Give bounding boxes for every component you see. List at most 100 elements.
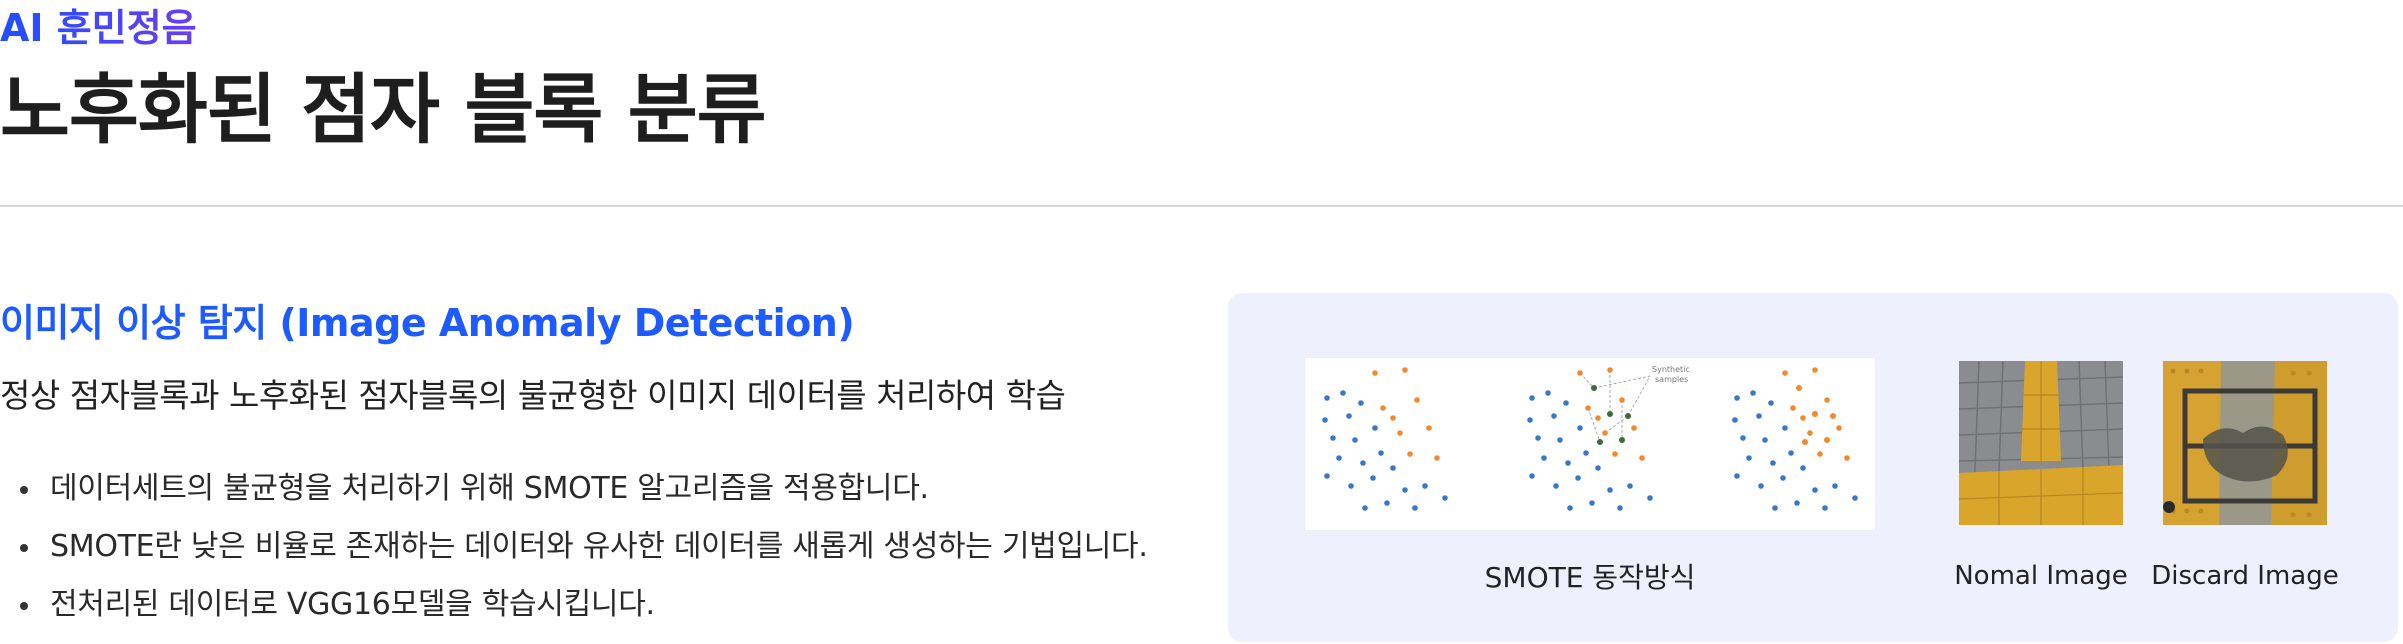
majority-point [1770, 460, 1776, 466]
minority-point [1612, 451, 1618, 457]
header-divider [0, 205, 2403, 207]
majority-point [1746, 455, 1752, 461]
majority-point [1402, 487, 1408, 493]
synthetic-point [1619, 437, 1625, 443]
majority-point [1762, 437, 1768, 443]
majority-point [1529, 395, 1535, 401]
minority-point [1577, 370, 1583, 376]
majority-point [1734, 395, 1740, 401]
majority-point [1788, 450, 1794, 456]
majority-point [1378, 450, 1384, 456]
synthetic-point [1812, 411, 1818, 417]
majority-point [1583, 450, 1589, 456]
majority-point [1390, 465, 1396, 471]
majority-point [1360, 460, 1366, 466]
majority-point [1822, 505, 1828, 511]
synthetic-point [1824, 437, 1830, 443]
smote-annotation-line-2: samples [1655, 375, 1688, 384]
majority-point [1330, 435, 1336, 441]
majority-point [1348, 483, 1354, 489]
majority-point [1545, 390, 1551, 396]
minority-point [1607, 367, 1613, 373]
interpolation-link [1587, 407, 1601, 443]
minority-point [1585, 405, 1591, 411]
minority-point [1595, 415, 1601, 421]
majority-point [1370, 475, 1376, 481]
majority-point [1567, 505, 1573, 511]
synthetic-point [1591, 385, 1597, 391]
smote-diagram: Synthetic samples [1305, 358, 1875, 530]
annotation-pointer [1627, 375, 1651, 417]
minority-point [1824, 397, 1830, 403]
majority-point [1563, 400, 1569, 406]
minority-point [1812, 367, 1818, 373]
majority-point [1750, 390, 1756, 396]
minority-point [1407, 451, 1413, 457]
majority-point [1607, 487, 1613, 493]
majority-point [1346, 413, 1352, 419]
normal-block-image [1959, 361, 2123, 525]
minority-point [1390, 415, 1396, 421]
page-title: 노후화된 점자 블록 분류 [0, 65, 767, 154]
majority-point [1322, 417, 1328, 423]
majority-point [1740, 435, 1746, 441]
majority-point [1541, 455, 1547, 461]
interpolation-link [1604, 415, 1629, 434]
minority-point [1602, 430, 1608, 436]
discard-block-image [2163, 361, 2327, 525]
minority-point [1639, 455, 1645, 461]
minority-point [1800, 415, 1806, 421]
majority-point [1772, 505, 1778, 511]
synthetic-point [1796, 385, 1802, 391]
synthetic-point [1802, 439, 1808, 445]
majority-point [1832, 483, 1838, 489]
majority-point [1358, 400, 1364, 406]
synthetic-point [1597, 439, 1603, 445]
majority-point [1627, 483, 1633, 489]
minority-point [1836, 425, 1842, 431]
majority-point [1535, 435, 1541, 441]
bullet-item: 전처리된 데이터로 VGG16모델을 학습시킵니다. [0, 576, 1148, 634]
minority-point [1790, 405, 1796, 411]
majority-point [1412, 505, 1418, 511]
majority-point [1768, 400, 1774, 406]
minority-point [1426, 425, 1432, 431]
minority-point [1434, 455, 1440, 461]
majority-point [1422, 483, 1428, 489]
bullet-list: 데이터세트의 불균형을 처리하기 위해 SMOTE 알고리즘을 적용합니다. S… [0, 460, 1148, 634]
majority-point [1800, 465, 1806, 471]
majority-point [1529, 473, 1535, 479]
majority-point [1758, 483, 1764, 489]
majority-point [1732, 417, 1738, 423]
majority-point [1577, 425, 1583, 431]
minority-point [1817, 451, 1823, 457]
majority-point [1352, 437, 1358, 443]
majority-point [1794, 500, 1800, 506]
majority-point [1812, 487, 1818, 493]
majority-point [1734, 473, 1740, 479]
synthetic-point [1625, 413, 1631, 419]
majority-point [1565, 460, 1571, 466]
brand-logo-text: AI 훈민정음 [0, 0, 197, 56]
discard-image-caption: Discard Image [2151, 561, 2339, 591]
majority-point [1551, 413, 1557, 419]
figure-panel: Synthetic samples SMOTE 동작방식 Nomal Image… [1228, 293, 2398, 642]
smote-scatter-illustration: Synthetic samples [1322, 365, 1858, 511]
synthetic-point [1830, 413, 1836, 419]
majority-point [1384, 500, 1390, 506]
majority-point [1852, 495, 1858, 501]
majority-point [1595, 465, 1601, 471]
annotation-pointer [1593, 375, 1651, 389]
majority-point [1324, 473, 1330, 479]
majority-point [1553, 483, 1559, 489]
minority-point [1372, 370, 1378, 376]
majority-point [1647, 495, 1653, 501]
smote-caption: SMOTE 동작방식 [1484, 561, 1696, 594]
majority-point [1617, 505, 1623, 511]
section-title: 이미지 이상 탐지 (Image Anomaly Detection) [0, 301, 855, 345]
majority-point [1372, 425, 1378, 431]
majority-point [1324, 395, 1330, 401]
interpolation-link [1579, 372, 1595, 389]
majority-point [1756, 413, 1762, 419]
bullet-item: SMOTE란 낮은 비율로 존재하는 데이터와 유사한 데이터를 새롭게 생성하… [0, 518, 1148, 576]
